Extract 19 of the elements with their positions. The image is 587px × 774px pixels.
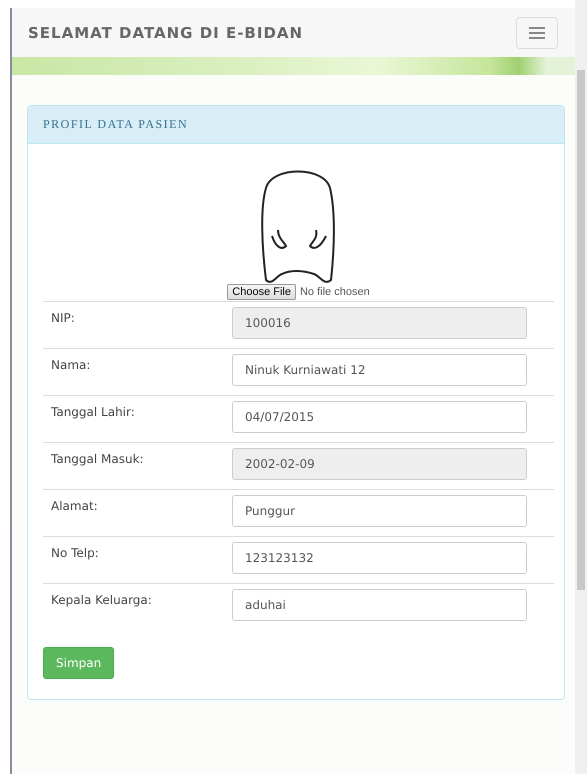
input-field[interactable]: 123123132 — [232, 542, 527, 574]
input-field[interactable]: Punggur — [232, 495, 527, 527]
input-field[interactable]: Ninuk Kurniawati 12 — [232, 354, 527, 386]
field-label: Tanggal Lahir: — [50, 405, 136, 419]
field-label: Tanggal Masuk: — [50, 452, 145, 466]
field-label: NIP: — [50, 311, 76, 325]
scrollbar[interactable] — [575, 0, 587, 774]
file-status: No file chosen — [300, 286, 370, 298]
menu-button[interactable] — [516, 16, 558, 48]
field-label: Kepala Keluarga: — [50, 593, 153, 607]
field-label: No Telp: — [50, 546, 100, 560]
input-field[interactable]: aduhai — [232, 589, 527, 621]
menu-icon — [529, 26, 545, 38]
choose-file-button[interactable]: Choose File — [227, 284, 296, 300]
input-field[interactable]: 04/07/2015 — [232, 401, 527, 433]
field-label: Nama: — [50, 358, 92, 372]
brand-title[interactable]: SELAMAT DATANG DI E-BIDAN — [28, 24, 304, 42]
field-label: Alamat: — [50, 499, 99, 513]
panel-title: PROFIL DATA PASIEN — [43, 117, 188, 131]
